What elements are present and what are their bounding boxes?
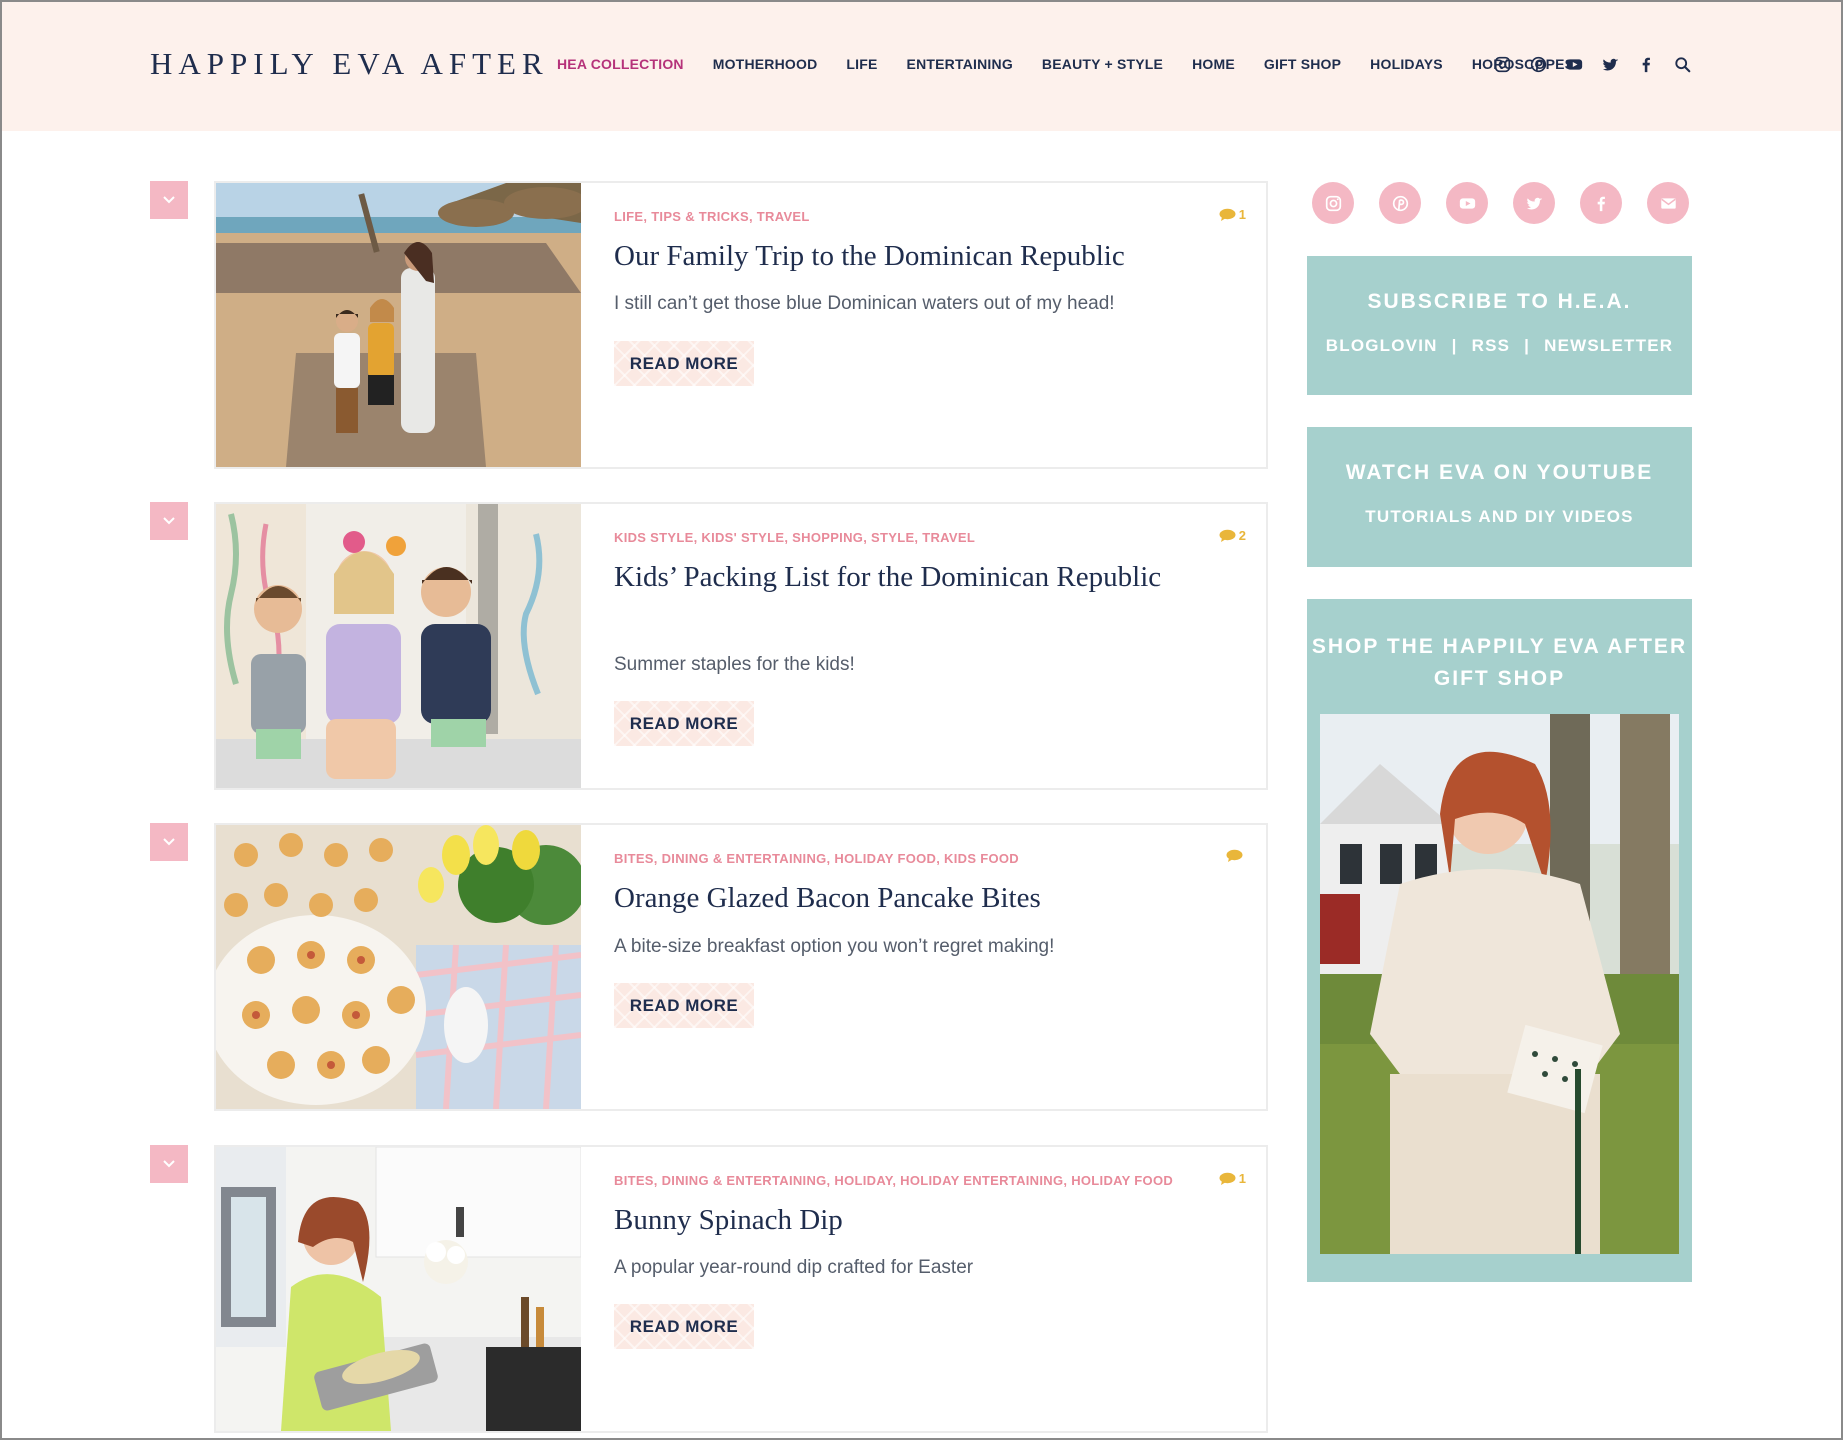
- youtube-icon[interactable]: [1446, 182, 1488, 224]
- gift-shop-image[interactable]: [1320, 714, 1679, 1254]
- post-title[interactable]: Bunny Spinach Dip: [614, 1201, 1174, 1240]
- subscribe-heading: SUBSCRIBE TO H.E.A.: [1367, 290, 1632, 313]
- post-categories[interactable]: BITES, DINING & ENTERTAINING, HOLIDAY, H…: [614, 1173, 1173, 1188]
- comment-icon: [1219, 529, 1236, 542]
- post-title[interactable]: Our Family Trip to the Dominican Republi…: [614, 237, 1174, 276]
- chevron-down-icon: [163, 838, 175, 846]
- post-toggle-button[interactable]: [150, 181, 188, 219]
- instagram-icon[interactable]: [1312, 182, 1354, 224]
- nav-item-home[interactable]: HOME: [1192, 56, 1235, 72]
- comment-count-value: 1: [1238, 207, 1246, 222]
- chevron-down-icon: [163, 196, 175, 204]
- post-body: KIDS STYLE, KIDS' STYLE, SHOPPING, STYLE…: [614, 504, 1246, 788]
- post-excerpt: A popular year-round dip crafted for Eas…: [614, 1257, 974, 1278]
- post-title[interactable]: Orange Glazed Bacon Pancake Bites: [614, 879, 1174, 918]
- newsletter-link[interactable]: NEWSLETTER: [1544, 336, 1673, 355]
- post-title[interactable]: Kids’ Packing List for the Dominican Rep…: [614, 558, 1174, 597]
- post-thumbnail[interactable]: [216, 825, 581, 1109]
- comment-count[interactable]: 2: [1219, 528, 1246, 543]
- link-separator: |: [1524, 336, 1531, 355]
- comment-icon: [1219, 208, 1236, 221]
- instagram-icon[interactable]: [1492, 54, 1512, 74]
- nav-item-motherhood[interactable]: MOTHERHOOD: [713, 56, 818, 72]
- bloglovin-link[interactable]: BLOGLOVIN: [1326, 336, 1438, 355]
- post-body: BITES, DINING & ENTERTAINING, HOLIDAY, H…: [614, 1147, 1246, 1431]
- read-more-button[interactable]: READ MORE: [614, 341, 754, 386]
- gift-shop-heading-line2: GIFT SHOP: [1433, 667, 1566, 690]
- comment-count-value: 1: [1238, 1171, 1246, 1186]
- post-thumbnail[interactable]: [216, 183, 581, 467]
- gift-shop-heading[interactable]: SHOP THE HAPPILY EVA AFTER GIFT SHOP: [1307, 631, 1692, 695]
- pinterest-icon[interactable]: [1528, 54, 1548, 74]
- comment-count-value: 2: [1238, 528, 1246, 543]
- post-card: KIDS STYLE, KIDS' STYLE, SHOPPING, STYLE…: [214, 502, 1268, 790]
- nav-item-holidays[interactable]: HOLIDAYS: [1370, 56, 1443, 72]
- comment-icon: [1219, 1172, 1236, 1185]
- chevron-down-icon: [163, 517, 175, 525]
- subscribe-links: BLOGLOVIN | RSS | NEWSLETTER: [1307, 336, 1692, 356]
- nav-item-gift-shop[interactable]: GIFT SHOP: [1264, 56, 1341, 72]
- read-more-button[interactable]: READ MORE: [614, 983, 754, 1028]
- comment-count[interactable]: 1: [1219, 1171, 1246, 1186]
- nav-item-life[interactable]: LIFE: [846, 56, 877, 72]
- rss-link[interactable]: RSS: [1472, 336, 1511, 355]
- post-card: BITES, DINING & ENTERTAINING, HOLIDAY, H…: [214, 1145, 1268, 1433]
- email-icon[interactable]: [1647, 182, 1689, 224]
- chevron-down-icon: [163, 1160, 175, 1168]
- facebook-icon[interactable]: [1636, 54, 1656, 74]
- post-thumbnail[interactable]: [216, 1147, 581, 1431]
- twitter-icon[interactable]: [1513, 182, 1555, 224]
- youtube-box[interactable]: WATCH EVA ON YOUTUBE TUTORIALS AND DIY V…: [1307, 427, 1692, 567]
- main-nav: HEA COLLECTION MOTHERHOOD LIFE ENTERTAIN…: [557, 56, 1603, 72]
- header-social-links: [1492, 54, 1708, 74]
- post-body: BITES, DINING & ENTERTAINING, HOLIDAY FO…: [614, 825, 1243, 1109]
- post-toggle-button[interactable]: [150, 502, 188, 540]
- nav-item-hea-collection[interactable]: HEA COLLECTION: [557, 56, 684, 72]
- nav-item-entertaining[interactable]: ENTERTAINING: [907, 56, 1013, 72]
- site-logo[interactable]: HAPPILY EVA AFTER: [150, 46, 549, 82]
- post-toggle-button[interactable]: [150, 1145, 188, 1183]
- facebook-icon[interactable]: [1580, 182, 1622, 224]
- sidebar-social-links: [1312, 182, 1714, 224]
- post-excerpt: A bite-size breakfast option you won’t r…: [614, 936, 1055, 957]
- post-categories[interactable]: BITES, DINING & ENTERTAINING, HOLIDAY FO…: [614, 851, 1019, 866]
- site-header: HAPPILY EVA AFTER HEA COLLECTION MOTHERH…: [2, 2, 1841, 131]
- post-card: LIFE, TIPS & TRICKS, TRAVEL 1 Our Family…: [214, 181, 1268, 469]
- comment-icon: [1226, 849, 1243, 862]
- link-separator: |: [1451, 336, 1458, 355]
- comment-count[interactable]: 1: [1219, 207, 1246, 222]
- subscribe-box: SUBSCRIBE TO H.E.A. BLOGLOVIN | RSS | NEWSLE…: [1307, 256, 1692, 395]
- gift-shop-heading-line1: SHOP THE HAPPILY EVA AFTER: [1311, 635, 1688, 658]
- post-toggle-button[interactable]: [150, 823, 188, 861]
- post-body: LIFE, TIPS & TRICKS, TRAVEL 1 Our Family…: [614, 183, 1246, 467]
- post-thumbnail[interactable]: [216, 504, 581, 788]
- nav-item-beauty-style[interactable]: BEAUTY + STYLE: [1042, 56, 1163, 72]
- gift-shop-box: SHOP THE HAPPILY EVA AFTER GIFT SHOP: [1307, 599, 1692, 1282]
- pinterest-icon[interactable]: [1379, 182, 1421, 224]
- post-categories[interactable]: LIFE, TIPS & TRICKS, TRAVEL: [614, 209, 810, 224]
- post-excerpt: Summer staples for the kids!: [614, 654, 855, 675]
- youtube-subheading: TUTORIALS AND DIY VIDEOS: [1365, 507, 1634, 526]
- read-more-button[interactable]: READ MORE: [614, 1304, 754, 1349]
- post-card: BITES, DINING & ENTERTAINING, HOLIDAY FO…: [214, 823, 1268, 1111]
- youtube-icon[interactable]: [1564, 54, 1584, 74]
- twitter-icon[interactable]: [1600, 54, 1620, 74]
- youtube-heading: WATCH EVA ON YOUTUBE: [1345, 461, 1654, 484]
- read-more-button[interactable]: READ MORE: [614, 701, 754, 746]
- post-excerpt: I still can’t get those blue Dominican w…: [614, 293, 1115, 314]
- search-icon[interactable]: [1672, 54, 1692, 74]
- post-categories[interactable]: KIDS STYLE, KIDS' STYLE, SHOPPING, STYLE…: [614, 530, 975, 545]
- comment-count[interactable]: [1226, 849, 1246, 863]
